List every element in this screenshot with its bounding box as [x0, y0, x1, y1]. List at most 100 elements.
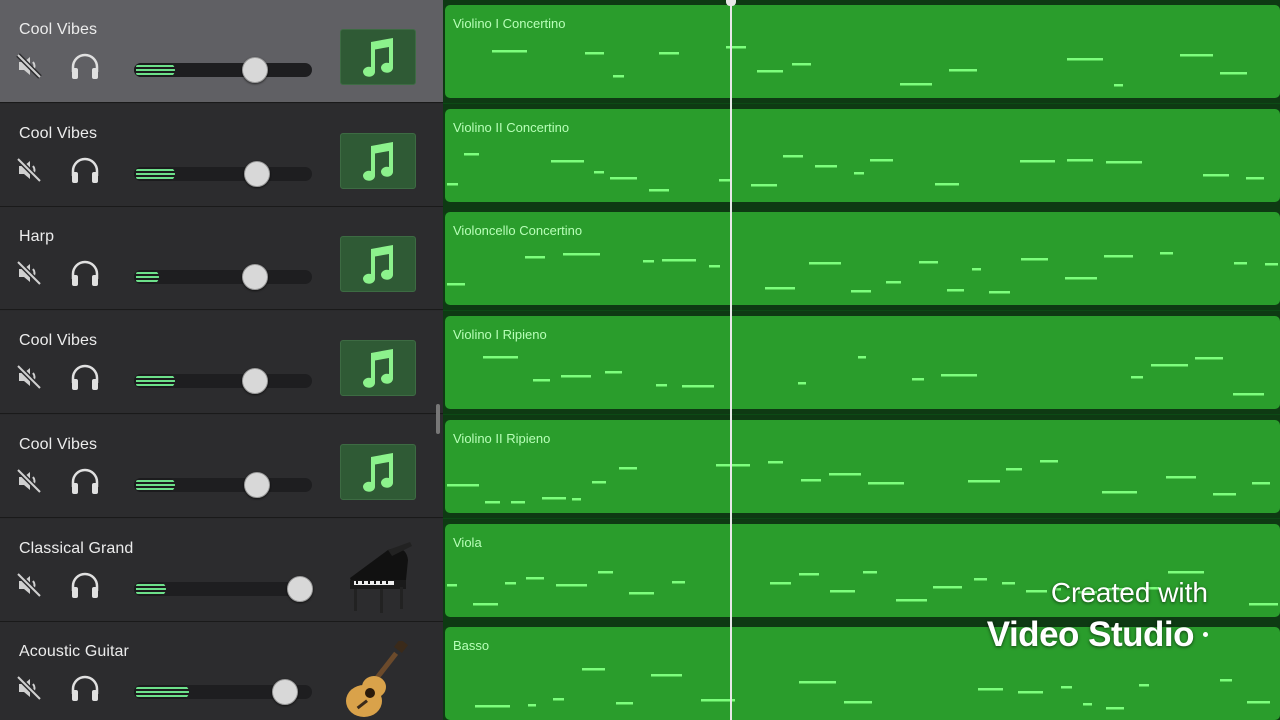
midi-note	[989, 291, 1010, 294]
daw-tracks-view: Cool Vibes Cool Vibes Harp Cool Vibes Co…	[0, 0, 1280, 720]
midi-note	[659, 52, 679, 55]
midi-note	[1018, 691, 1043, 694]
music-note-icon[interactable]	[340, 443, 416, 500]
headphones-icon[interactable]	[69, 363, 101, 393]
midi-note	[1203, 173, 1229, 177]
mute-icon[interactable]	[15, 571, 43, 599]
midi-note	[1061, 686, 1072, 689]
midi-note	[1233, 393, 1264, 396]
midi-note	[792, 63, 811, 66]
midi-note	[505, 581, 516, 584]
track-name: Cool Vibes	[19, 435, 98, 453]
midi-region[interactable]: Violino II Ripieno	[445, 419, 1280, 513]
music-note-icon[interactable]	[340, 29, 416, 85]
volume-slider[interactable]	[134, 264, 312, 291]
mute-icon[interactable]	[15, 156, 43, 184]
midi-region[interactable]: Violoncello Concertino	[445, 212, 1280, 306]
midi-note	[1131, 376, 1143, 379]
region-area: Violino I Concertino Violino II Concertin…	[443, 0, 1280, 720]
mute-icon[interactable]	[15, 467, 43, 495]
grand-piano-icon[interactable]	[340, 541, 416, 613]
region-lane: Violino I Concertino	[443, 0, 1280, 103]
midi-note	[815, 164, 837, 168]
midi-region[interactable]: Violino II Concertino	[445, 108, 1280, 202]
music-note-icon[interactable]	[340, 236, 416, 293]
midi-note	[1246, 176, 1264, 180]
midi-region[interactable]: Violino I Concertino	[445, 5, 1280, 98]
playhead-handle[interactable]	[726, 0, 736, 6]
midi-note	[757, 70, 783, 73]
headphones-icon[interactable]	[69, 674, 101, 704]
volume-knob[interactable]	[243, 160, 270, 187]
midi-note	[900, 83, 932, 86]
midi-note	[1002, 581, 1015, 584]
midi-note	[598, 570, 613, 573]
midi-note	[783, 154, 803, 158]
region-lane: Violoncello Concertino	[443, 207, 1280, 311]
midi-note	[844, 701, 872, 704]
mute-icon[interactable]	[15, 674, 43, 702]
volume-knob[interactable]	[242, 368, 269, 395]
midi-note	[801, 478, 821, 482]
watermark-brand: Video Studio	[986, 615, 1195, 654]
midi-note	[525, 256, 545, 259]
midi-note	[492, 50, 527, 53]
midi-note	[447, 182, 458, 186]
volume-level	[134, 166, 175, 181]
headphones-icon[interactable]	[69, 467, 101, 497]
midi-region[interactable]: Violino I Ripieno	[445, 316, 1280, 410]
midi-note	[896, 598, 927, 601]
track-header[interactable]: Cool Vibes	[0, 0, 443, 103]
volume-slider[interactable]	[134, 471, 312, 498]
headphones-icon[interactable]	[69, 52, 101, 82]
playhead[interactable]	[730, 0, 732, 720]
midi-note	[933, 585, 962, 588]
midi-note	[447, 283, 465, 286]
music-note-icon[interactable]	[340, 340, 416, 397]
watermark-text: Created with	[1050, 577, 1208, 608]
volume-slider[interactable]	[134, 368, 312, 395]
region-lane: Violino I Ripieno	[443, 311, 1280, 415]
midi-note	[1252, 481, 1270, 485]
mute-icon[interactable]	[15, 259, 43, 287]
midi-note	[868, 481, 904, 485]
headphones-icon[interactable]	[69, 259, 101, 289]
midi-note	[968, 479, 1000, 483]
midi-note	[1180, 54, 1213, 57]
volume-slider[interactable]	[134, 679, 312, 706]
track-header[interactable]: Harp	[0, 207, 443, 311]
track-header[interactable]: Cool Vibes	[0, 103, 443, 207]
midi-note	[585, 52, 604, 55]
volume-slider[interactable]	[134, 57, 312, 83]
midi-note	[1114, 84, 1123, 87]
note-pattern	[447, 459, 1270, 504]
track-header[interactable]: Classical Grand	[0, 518, 443, 622]
track-header[interactable]: Cool Vibes	[0, 311, 443, 415]
midi-note	[1151, 364, 1188, 367]
midi-note	[1067, 58, 1103, 61]
volume-knob[interactable]	[243, 471, 270, 498]
track-header[interactable]: Cool Vibes	[0, 414, 443, 518]
midi-note	[830, 589, 855, 592]
volume-knob[interactable]	[242, 264, 269, 291]
volume-knob[interactable]	[272, 679, 299, 706]
track-header[interactable]: Acoustic Guitar	[0, 622, 443, 720]
acoustic-guitar-icon[interactable]	[340, 641, 416, 718]
mute-icon[interactable]	[15, 363, 43, 391]
midi-note	[672, 580, 685, 583]
headphones-icon[interactable]	[69, 571, 101, 601]
midi-note	[651, 674, 682, 677]
music-note-icon[interactable]	[340, 132, 416, 189]
volume-slider[interactable]	[134, 160, 312, 187]
volume-slider[interactable]	[134, 575, 313, 602]
midi-note	[551, 159, 584, 163]
volume-knob[interactable]	[242, 57, 269, 83]
midi-note	[1067, 158, 1093, 162]
midi-note	[1026, 589, 1047, 592]
headphones-icon[interactable]	[69, 156, 101, 186]
midi-note	[1083, 703, 1092, 706]
midi-note	[858, 356, 866, 359]
mute-icon[interactable]	[15, 52, 43, 80]
column-resize-handle[interactable]	[436, 404, 440, 434]
volume-knob[interactable]	[286, 575, 313, 602]
